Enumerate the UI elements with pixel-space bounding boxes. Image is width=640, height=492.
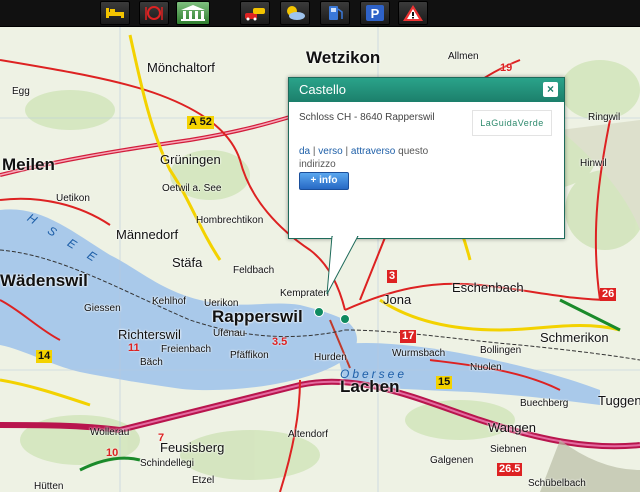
place-label: Egg — [12, 86, 30, 97]
place-label: Hurden — [314, 352, 347, 363]
road-number: 15 — [436, 376, 453, 389]
place-label: Etzel — [192, 475, 215, 486]
place-label: Hütten — [34, 481, 64, 492]
place-label: Wetzikon — [306, 48, 381, 67]
place-label: Eschenbach — [452, 280, 524, 295]
weather-button[interactable] — [280, 1, 310, 25]
warning-button[interactable] — [398, 1, 428, 25]
hotel-button[interactable] — [100, 1, 130, 25]
weather-icon — [287, 6, 305, 20]
place-label: Giessen — [84, 303, 121, 314]
place-label: Wangen — [488, 420, 536, 435]
poi-toolbar: P — [0, 0, 640, 27]
map-canvas[interactable] — [0, 0, 640, 492]
place-label: Uerikon — [204, 298, 239, 309]
place-label: Schindellegi — [140, 458, 194, 469]
place-label: Feusisberg — [160, 440, 225, 455]
place-label: Freienbach — [161, 344, 212, 355]
place-label: Galgenen — [430, 455, 474, 466]
bed-icon — [106, 8, 124, 18]
place-label: Bäch — [140, 357, 163, 368]
road-number: 26 — [600, 288, 617, 301]
place-label: Wädenswil — [0, 271, 88, 290]
place-label: Hombrechtikon — [196, 215, 264, 226]
road-number: 3 — [387, 270, 398, 283]
popup-title: Castello — [289, 78, 564, 102]
via-link[interactable]: attraverso — [351, 146, 395, 157]
place-label: Männedorf — [116, 227, 179, 242]
road-number: 3.5 — [272, 336, 288, 348]
parking-button[interactable]: P — [360, 1, 390, 25]
dining-icon — [145, 6, 163, 20]
lake-label: Obersee — [340, 367, 408, 381]
place-label: Nuolen — [470, 362, 502, 373]
poi-marker[interactable] — [314, 307, 324, 317]
to-link[interactable]: verso — [318, 146, 342, 157]
popup-address: Schloss CH - 8640 Rapperswil — [299, 112, 435, 123]
place-label: Uetikon — [56, 193, 90, 204]
svg-text:P: P — [371, 6, 380, 21]
place-label: Grüningen — [160, 152, 221, 167]
place-label: Bollingen — [480, 345, 522, 356]
place-label: Wurmsbach — [392, 348, 446, 359]
road-number: 26.5 — [497, 463, 523, 476]
place-label: Stäfa — [172, 255, 203, 270]
place-label: Buechberg — [520, 398, 569, 409]
parking-icon: P — [366, 5, 384, 21]
road-number: 19 — [500, 62, 513, 74]
place-label: Jona — [383, 292, 412, 307]
place-label: Mönchaltorf — [147, 60, 215, 75]
museum-button[interactable] — [176, 1, 210, 25]
place-label: Richterswil — [118, 327, 181, 342]
laguidaverde-logo: LaGuidaVerde — [472, 110, 552, 136]
museum-icon — [181, 5, 205, 21]
poi-marker[interactable] — [340, 314, 350, 324]
restaurant-button[interactable] — [139, 1, 169, 25]
fuel-button[interactable] — [320, 1, 350, 25]
road-number: 17 — [400, 330, 417, 343]
place-label: Kehlhof — [152, 296, 186, 307]
place-label: Siebnen — [490, 444, 527, 455]
place-label: Pfäffikon — [230, 350, 269, 361]
cars-icon — [245, 8, 265, 21]
road-number: 10 — [106, 447, 119, 459]
place-label: Schübelbach — [528, 478, 586, 489]
place-label: Allmen — [448, 51, 479, 62]
place-label: Rapperswil — [212, 307, 303, 326]
popup-pointer — [326, 236, 359, 295]
road-number: A 52 — [187, 116, 214, 129]
poi-info-popup: Castello × Schloss CH - 8640 Rapperswil … — [288, 77, 565, 239]
place-label: Tuggen — [598, 393, 640, 408]
road-number: 14 — [36, 350, 53, 363]
popup-direction-links: da | verso | attraverso questo indirizzo — [299, 146, 429, 170]
place-label: Ringwil — [588, 112, 621, 123]
place-label: Meilen — [2, 155, 55, 174]
more-info-button[interactable]: + info — [299, 172, 349, 190]
fuel-pump-icon — [329, 6, 343, 20]
place-label: Feldbach — [233, 265, 275, 276]
place-label: Ufenau — [213, 328, 246, 339]
place-label: Altendorf — [288, 429, 329, 440]
road-number: 11 — [128, 342, 140, 354]
from-link[interactable]: da — [299, 146, 310, 157]
place-label: Schmerikon — [540, 330, 609, 345]
place-label: Oetwil a. See — [162, 183, 222, 194]
close-icon[interactable]: × — [543, 82, 558, 97]
warning-icon — [403, 5, 423, 21]
road-number: 7 — [158, 432, 165, 444]
place-label: Hinwil — [580, 158, 607, 169]
traffic-button[interactable] — [240, 1, 270, 25]
place-label: Wollerau — [90, 427, 130, 438]
